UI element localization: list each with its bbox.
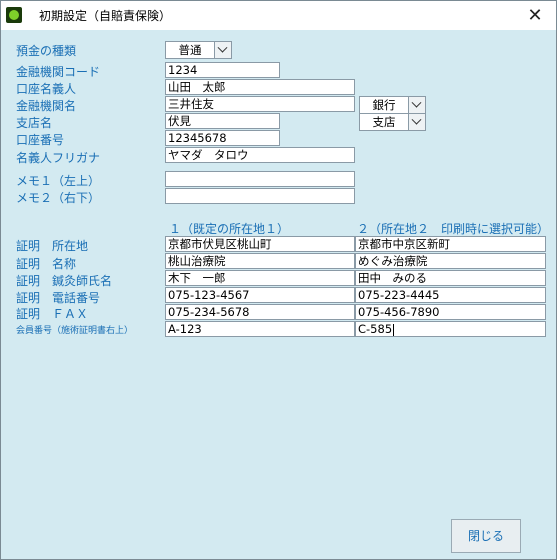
chevron-down-icon[interactable] xyxy=(214,42,231,58)
cert-address-label: 証明 所在地 xyxy=(16,239,89,253)
cert-practitioner1-field[interactable]: 木下 一郎 xyxy=(165,270,355,286)
cert-name2-field[interactable]: めぐみ治療院 xyxy=(355,253,546,269)
chevron-down-icon[interactable] xyxy=(408,97,425,113)
close-button[interactable]: 閉じる xyxy=(451,519,521,553)
account-holder-field[interactable]: 山田 太郎 xyxy=(165,79,355,95)
title-bar: 初期設定（自賠責保険） ✕ xyxy=(1,1,556,30)
deposit-type-value: 普通 xyxy=(178,43,202,57)
cert-col1-header: １（既定の所在地１） xyxy=(169,222,290,236)
bank-kind-value: 銀行 xyxy=(372,98,396,112)
branch-field[interactable]: 伏見 xyxy=(165,113,280,129)
deposit-type-label: 預金の種類 xyxy=(16,44,77,58)
close-icon[interactable]: ✕ xyxy=(516,2,554,29)
deposit-type-select[interactable]: 普通 xyxy=(165,41,232,59)
holder-kana-field[interactable]: ヤマダ タロウ xyxy=(165,147,355,163)
cert-name1-field[interactable]: 桃山治療院 xyxy=(165,253,355,269)
member-number-label: 会員番号（施術証明書右上） xyxy=(16,326,134,336)
branch-kind-select[interactable]: 支店 xyxy=(359,113,426,131)
window-title: 初期設定（自賠責保険） xyxy=(39,9,172,23)
cert-fax1-field[interactable]: 075-234-5678 xyxy=(165,304,355,320)
bank-name-field[interactable]: 三井住友 xyxy=(165,96,355,112)
cert-phone-label: 証明 電話番号 xyxy=(16,291,101,305)
app-icon xyxy=(6,7,22,23)
holder-kana-label: 名義人フリガナ xyxy=(16,151,101,165)
member-number2-value: C-585 xyxy=(358,322,393,336)
cert-practitioner-label: 証明 鍼灸師氏名 xyxy=(16,274,113,288)
memo2-field[interactable] xyxy=(165,188,355,204)
settings-window: 初期設定（自賠責保険） ✕ 預金の種類 普通 金融機関コード 1234 口座名義… xyxy=(0,0,557,560)
branch-kind-value: 支店 xyxy=(372,115,396,129)
member-number2-field[interactable]: C-585 xyxy=(355,321,546,337)
member-number1-field[interactable]: A-123 xyxy=(165,321,355,337)
account-holder-label: 口座名義人 xyxy=(16,82,77,96)
cert-phone1-field[interactable]: 075-123-4567 xyxy=(165,287,355,303)
bank-code-label: 金融機関コード xyxy=(16,65,101,79)
text-cursor xyxy=(393,323,395,336)
memo1-field[interactable] xyxy=(165,171,355,187)
cert-phone2-field[interactable]: 075-223-4445 xyxy=(355,287,546,303)
account-number-label: 口座番号 xyxy=(16,133,65,147)
cert-fax2-field[interactable]: 075-456-7890 xyxy=(355,304,546,320)
cert-col2-header: ２（所在地２ 印刷時に選択可能） xyxy=(357,222,550,236)
account-number-field[interactable]: 12345678 xyxy=(165,130,280,146)
bank-kind-select[interactable]: 銀行 xyxy=(359,96,426,114)
cert-address1-field[interactable]: 京都市伏見区桃山町 xyxy=(165,236,355,252)
memo2-label: メモ２（右下） xyxy=(16,191,101,205)
chevron-down-icon[interactable] xyxy=(408,114,425,130)
cert-name-label: 証明 名称 xyxy=(16,257,77,271)
bank-code-field[interactable]: 1234 xyxy=(165,62,280,78)
bank-name-label: 金融機関名 xyxy=(16,99,77,113)
cert-practitioner2-field[interactable]: 田中 みのる xyxy=(355,270,546,286)
cert-fax-label: 証明 ＦＡＸ xyxy=(16,307,89,321)
cert-address2-field[interactable]: 京都市中京区新町 xyxy=(355,236,546,252)
branch-label: 支店名 xyxy=(16,116,53,130)
memo1-label: メモ１（左上） xyxy=(16,174,101,188)
